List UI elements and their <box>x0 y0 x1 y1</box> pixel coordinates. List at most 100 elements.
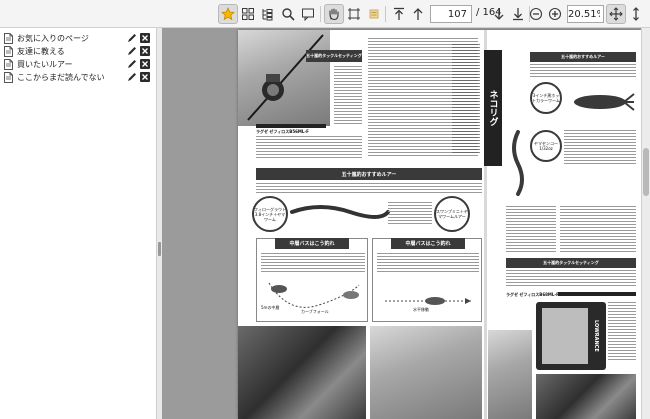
right-lure-notes <box>564 130 636 164</box>
bookmark-label: 友達に教える <box>17 47 65 56</box>
arrow-up-icon <box>413 8 423 20</box>
plus-circle-icon <box>548 7 562 21</box>
first-page-button[interactable] <box>389 4 409 24</box>
magnifier-icon <box>282 8 295 21</box>
document-icon <box>4 46 13 57</box>
zoom-in-button[interactable] <box>545 4 565 24</box>
rod-reel-photo <box>238 30 330 126</box>
delete-bookmark-button[interactable] <box>140 59 150 69</box>
zoom-input[interactable] <box>567 5 604 23</box>
angler-on-boat-photo <box>370 326 482 419</box>
document-viewer[interactable]: 五十嵐的タックルセッティング ラグゼ ゼフィロスB56ML-F 五十嵐的おすすめ… <box>162 28 650 419</box>
rod-image-strip <box>256 124 326 128</box>
outline-button[interactable] <box>257 4 277 24</box>
delete-bookmark-button[interactable] <box>140 46 150 56</box>
bookmark-label: お気に入りのページ <box>17 34 89 43</box>
angler-with-bass-photo <box>238 326 366 419</box>
crop-frame-icon <box>348 8 360 20</box>
close-icon <box>142 35 148 41</box>
right-side-notes <box>608 302 636 362</box>
hand-icon <box>329 8 339 21</box>
diagram-label-horizontal: 水平移動 <box>413 307 429 312</box>
right-circle-label-a: 3インチ黒ホットカラーワーム <box>530 82 562 114</box>
mid-water-box-right: 中層バスはこう釣れ 水平移動 <box>372 238 482 322</box>
document-icon <box>4 72 13 83</box>
right-tackle-heading: 五十嵐的タックルセッティング <box>506 258 636 268</box>
splitter-grip[interactable] <box>158 242 161 256</box>
neko-rig-title: ネコリグ <box>484 50 502 166</box>
fish-finder-screen <box>542 308 588 364</box>
pencil-icon[interactable] <box>127 59 137 69</box>
page-number-input[interactable] <box>430 5 472 23</box>
thumbnails-button[interactable] <box>238 4 258 24</box>
pencil-icon[interactable] <box>127 72 137 82</box>
right-rod-image-strip <box>558 292 636 296</box>
right-tackle-text <box>506 270 636 288</box>
bookmark-item[interactable]: お気に入りのページ <box>0 32 157 45</box>
feature-vertical-text <box>452 44 480 154</box>
bottom-right-photo-a <box>488 330 532 419</box>
tackle-heading: 五十嵐的タックルセッティング <box>306 50 362 62</box>
minus-circle-icon <box>529 7 543 21</box>
bookmark-item[interactable]: ここからまだ読んでない <box>0 71 157 84</box>
mid-water-box-left: 中層バスはこう釣れ 5mの中層 カーブフォール <box>256 238 368 322</box>
diagram-label-fall: カーブフォール <box>301 309 329 314</box>
star-icon <box>221 7 235 21</box>
hand-tool-button[interactable] <box>324 4 344 24</box>
worm-vertical-illustration <box>512 130 524 196</box>
vertical-arrows-icon <box>633 7 639 21</box>
pencil-icon[interactable] <box>127 46 137 56</box>
lowrance-label: LOWRANCE <box>593 320 599 352</box>
pencil-icon[interactable] <box>127 33 137 43</box>
lure-notes-text <box>388 202 432 224</box>
right-body-text-b <box>560 206 636 254</box>
lure-circle-label-left: フィローグラウト3.8インチ＋ヤマワーム <box>252 196 288 232</box>
zoom-out-button[interactable] <box>526 4 546 24</box>
outline-tree-icon <box>262 9 273 21</box>
select-tool-button[interactable] <box>344 4 364 24</box>
last-page-button[interactable] <box>508 4 528 24</box>
bookmark-label: ここからまだ読んでない <box>17 73 105 82</box>
bookmark-item[interactable]: 買いたいルアー <box>0 58 157 71</box>
rod-description-text <box>256 136 362 160</box>
arrow-down-bar-icon <box>513 8 523 21</box>
bookmarks-star-button[interactable] <box>218 4 238 24</box>
bookmark-item[interactable]: 友達に教える <box>0 45 157 58</box>
fit-width-button[interactable] <box>626 4 646 24</box>
fit-page-button[interactable] <box>606 4 626 24</box>
right-rod-caption: ラグゼ ゼフィロスB68ML-FF <box>506 292 562 297</box>
rod-reel-illustration <box>247 34 324 121</box>
fish-finder-device: LOWRANCE <box>536 302 606 370</box>
highlight-button[interactable] <box>364 4 384 24</box>
bookmark-sidebar: お気に入りのページ 友達に教える 買いたいルアー ここからまだ読んでない <box>0 28 157 419</box>
creature-bait-illustration <box>574 93 635 111</box>
document-icon <box>4 33 13 44</box>
vertical-scrollbar[interactable] <box>641 28 650 419</box>
mid-water-text-right <box>377 253 479 273</box>
pdf-page: 五十嵐的タックルセッティング ラグゼ ゼフィロスB56ML-F 五十嵐的おすすめ… <box>238 30 641 419</box>
tackle-spec-text <box>334 66 362 124</box>
toolbar-separator <box>385 6 386 22</box>
arrow-up-bar-icon <box>394 7 404 20</box>
worm-lure-illustration <box>290 205 390 219</box>
next-page-button[interactable] <box>489 4 509 24</box>
toolbar-separator <box>320 6 321 22</box>
mid-water-text-left <box>261 253 365 273</box>
lure-circle-label-right: スワンプミニ＋ヤマワームルアー <box>434 196 470 232</box>
delete-bookmark-button[interactable] <box>140 33 150 43</box>
lure-intro-text <box>256 183 482 193</box>
right-circle-label-b: ヤマセンコー1/32oz <box>530 130 562 162</box>
grid-icon <box>242 8 254 20</box>
delete-bookmark-button[interactable] <box>140 72 150 82</box>
highlighter-icon <box>369 9 379 19</box>
search-button[interactable] <box>278 4 298 24</box>
comment-button[interactable] <box>298 4 318 24</box>
prev-page-button[interactable] <box>408 4 428 24</box>
rod-caption: ラグゼ ゼフィロスB56ML-F <box>256 129 309 134</box>
right-lure-heading: 五十嵐的おすすめルアー <box>530 52 636 62</box>
scrollbar-thumb[interactable] <box>643 148 649 196</box>
right-body-text-a <box>506 206 556 254</box>
lure-section-heading: 五十嵐的おすすめルアー <box>256 168 482 180</box>
right-lure-intro-text <box>530 64 636 78</box>
move-arrows-icon <box>609 7 623 21</box>
